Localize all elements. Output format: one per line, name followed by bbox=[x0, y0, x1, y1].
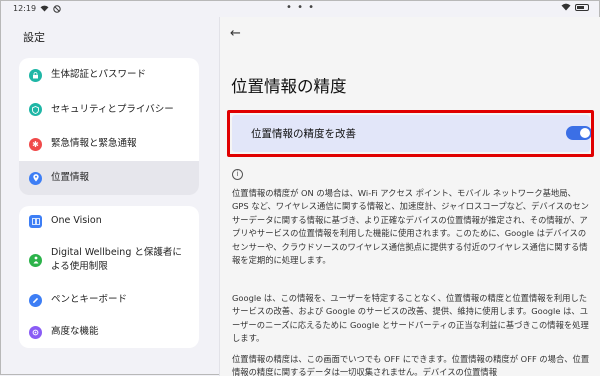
wifi-icon bbox=[40, 5, 49, 12]
settings-sidebar: 設定 生体認証とパスワード セキュリティとプライバシー ✱ 緊急情報と緊急通報 … bbox=[1, 17, 219, 376]
sidebar-group-2: One Vision Digital Wellbeing と保護者による使用制限… bbox=[19, 206, 199, 348]
more-dots-icon[interactable]: • • • bbox=[286, 2, 315, 13]
wellbeing-icon bbox=[29, 253, 42, 267]
sidebar-item-label: 高度な機能 bbox=[51, 326, 99, 337]
highlight-frame bbox=[227, 110, 594, 157]
status-left: 12:19 bbox=[13, 4, 61, 13]
sidebar-item-location[interactable]: 位置情報 bbox=[19, 161, 199, 195]
sidebar-item-label: Digital Wellbeing と保護者による使用制限 bbox=[51, 247, 182, 272]
battery-icon bbox=[575, 3, 589, 11]
sidebar-title: 設定 bbox=[23, 31, 45, 44]
sidebar-item-pen-keyboard[interactable]: ペンとキーボード bbox=[19, 284, 199, 316]
sidebar-item-emergency[interactable]: ✱ 緊急情報と緊急通報 bbox=[19, 127, 199, 161]
shield-icon bbox=[29, 103, 42, 116]
sidebar-group-1: 生体認証とパスワード セキュリティとプライバシー ✱ 緊急情報と緊急通報 位置情… bbox=[19, 58, 199, 195]
sidebar-item-biometrics[interactable]: 生体認証とパスワード bbox=[19, 58, 199, 92]
description-paragraph-1: 位置情報の精度が ON の場合は、Wi-Fi アクセス ポイント、モバイル ネッ… bbox=[232, 188, 589, 266]
description-paragraph-2: Google は、この情報を、ユーザーを特定することなく、位置情報の精度と位置情… bbox=[232, 293, 589, 344]
lock-icon bbox=[29, 68, 42, 82]
wifi-signal-icon bbox=[561, 3, 571, 11]
sidebar-item-label: 緊急情報と緊急通報 bbox=[51, 138, 137, 149]
sidebar-item-label: 生体認証とパスワード bbox=[51, 69, 147, 80]
status-bar: 12:19 • • • bbox=[1, 1, 600, 17]
sidebar-item-digital-wellbeing[interactable]: Digital Wellbeing と保護者による使用制限 bbox=[19, 236, 199, 284]
sidebar-item-label: One Vision bbox=[51, 215, 102, 226]
description-paragraph-3: 位置情報の精度は、この画面でいつでも OFF にできます。位置情報の精度が OF… bbox=[232, 354, 590, 376]
status-right bbox=[561, 3, 589, 11]
sidebar-item-security-privacy[interactable]: セキュリティとプライバシー bbox=[19, 92, 199, 127]
emergency-icon: ✱ bbox=[29, 137, 42, 151]
sidebar-item-label: セキュリティとプライバシー bbox=[51, 103, 174, 115]
sidebar-item-label: ペンとキーボード bbox=[51, 294, 128, 305]
advanced-features-icon bbox=[29, 325, 42, 339]
one-vision-icon bbox=[29, 214, 42, 228]
sidebar-item-one-vision[interactable]: One Vision bbox=[19, 206, 199, 236]
sidebar-item-label: 位置情報 bbox=[51, 172, 90, 183]
status-time: 12:19 bbox=[13, 4, 37, 13]
info-icon: i bbox=[232, 169, 243, 180]
do-not-disturb-icon bbox=[53, 4, 61, 13]
location-pin-icon bbox=[29, 171, 42, 185]
detail-pane: ← 位置情報の精度 位置情報の精度を改善 i 位置情報の精度が ON の場合は、… bbox=[220, 17, 600, 376]
page-title: 位置情報の精度 bbox=[231, 77, 347, 96]
sidebar-item-advanced-features[interactable]: 高度な機能 bbox=[19, 316, 199, 348]
back-arrow-icon[interactable]: ← bbox=[230, 26, 241, 41]
pen-icon bbox=[29, 293, 42, 307]
